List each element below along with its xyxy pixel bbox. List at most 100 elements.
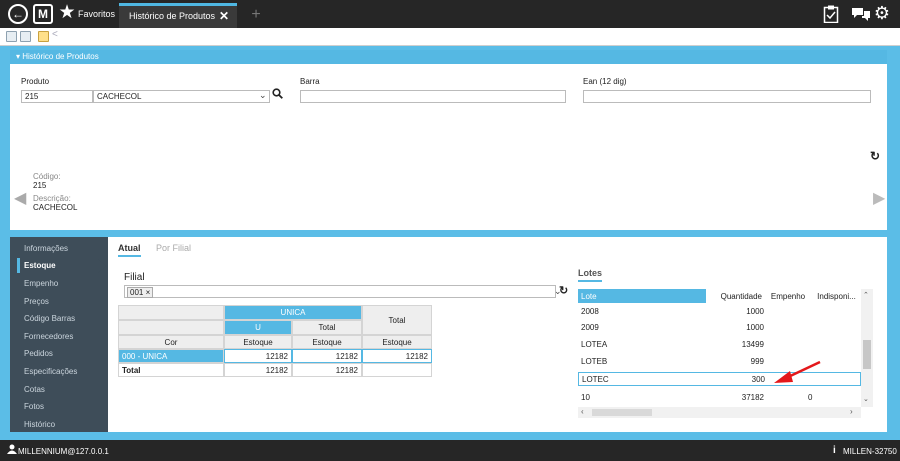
scroll-thumb[interactable] [863, 340, 871, 369]
sidebar-item-fotos[interactable]: Fotos [24, 402, 44, 411]
table-row-label[interactable]: 000 - UNICA [118, 349, 224, 363]
table-cell[interactable]: 12182 [224, 349, 292, 363]
lote-qtd: 300 [751, 375, 765, 384]
sidebar-item-estoque[interactable]: Estoque [24, 261, 56, 270]
sidebar-pointer [98, 259, 106, 273]
table-cell: 12182 [292, 363, 362, 377]
horizontal-scrollbar[interactable]: ‹ › [578, 407, 861, 418]
sidebar-item-fornecedores[interactable]: Fornecedores [24, 332, 73, 341]
table-row[interactable]: 2009 1000 [578, 321, 861, 335]
back-arrow-icon[interactable]: ← [8, 4, 28, 24]
lote-name: 2009 [581, 323, 599, 332]
lote-name: LOTEC [582, 375, 609, 384]
scroll-thumb[interactable] [592, 409, 652, 416]
status-server: MILLEN-32750 [843, 447, 897, 456]
add-tab-icon[interactable]: + [246, 5, 266, 25]
info-icon[interactable]: i [833, 445, 836, 456]
tab-lotes[interactable]: Lotes [578, 268, 603, 282]
filial-field[interactable]: 001 × [124, 285, 556, 298]
sidebar-item-pedidos[interactable]: Pedidos [24, 349, 53, 358]
refresh-icon[interactable]: ↻ [559, 284, 568, 297]
save-as-icon[interactable] [20, 31, 31, 42]
grid-corner [118, 320, 224, 335]
barra-field[interactable] [300, 90, 566, 103]
lote-name: LOTEB [581, 357, 608, 366]
grid-corner [118, 305, 224, 320]
gear-icon[interactable]: ⚙ [872, 3, 892, 23]
panel-header[interactable]: ▾ Histórico de Produtos [10, 50, 887, 64]
lote-name: 2008 [581, 307, 599, 316]
col-estoque[interactable]: Estoque [292, 335, 362, 349]
sidebar-item-precos[interactable]: Preços [24, 297, 49, 306]
clipboard-icon[interactable] [822, 4, 840, 24]
status-user: MILLENNIUM@127.0.0.1 [18, 447, 109, 456]
refresh-icon[interactable]: ↻ [870, 149, 880, 163]
sidebar-item-informacoes[interactable]: Informações [24, 244, 68, 253]
millennium-logo-icon[interactable]: M [33, 4, 53, 24]
group-total: Total [362, 305, 432, 335]
lote-total-qtd: 37182 [741, 393, 764, 402]
lote-total-empenho: 0 [808, 393, 813, 402]
col-quantidade[interactable]: Quantidade [706, 289, 764, 303]
product-panel: Produto 215 CACHECOL ⌄ Barra Ean (12 dig… [10, 64, 887, 230]
scroll-right-icon[interactable]: › [850, 407, 853, 416]
previous-icon[interactable]: ◀ [14, 188, 26, 208]
vertical-scrollbar[interactable]: ⌃ ⌄ [861, 289, 873, 407]
collapse-icon[interactable]: ▾ [16, 52, 20, 61]
lote-count: 10 [581, 393, 590, 402]
tab-label: Histórico de Produtos [129, 11, 216, 21]
table-row-label: Total [118, 363, 224, 377]
sub-u: U [224, 320, 292, 335]
table-cell[interactable]: 12182 [292, 349, 362, 363]
table-row[interactable]: 2008 1000 [578, 305, 861, 319]
scroll-left-icon[interactable]: ‹ [581, 407, 584, 416]
scroll-down-icon[interactable]: ⌄ [863, 395, 869, 403]
search-icon[interactable] [272, 88, 283, 102]
next-icon[interactable]: ▶ [873, 188, 885, 208]
col-estoque[interactable]: Estoque [362, 335, 432, 349]
tab-historico-produtos[interactable]: Histórico de Produtos ✕ [119, 3, 237, 28]
lote-qtd: 999 [750, 357, 764, 366]
sidebar-item-historico[interactable]: Histórico [24, 420, 55, 429]
sub-total: Total [292, 320, 362, 335]
star-icon[interactable]: ★ [57, 2, 77, 23]
sidebar: Informações Estoque Empenho Preços Códig… [10, 237, 108, 432]
open-folder-icon[interactable] [38, 31, 49, 42]
chat-icon[interactable] [850, 4, 872, 24]
sidebar-item-empenho[interactable]: Empenho [24, 279, 58, 288]
annotation-arrow-icon [772, 360, 822, 388]
table-row[interactable]: LOTEA 13499 [578, 338, 861, 352]
status-bar: MILLENNIUM@127.0.0.1 i MILLEN-32750 [0, 440, 900, 461]
sidebar-item-codigo-barras[interactable]: Código Barras [24, 314, 75, 323]
produto-code-field[interactable]: 215 [21, 90, 93, 103]
col-lote[interactable]: Lote [578, 289, 706, 303]
produto-name-field[interactable]: CACHECOL [93, 90, 270, 103]
chevron-down-icon[interactable]: ⌄ [259, 90, 267, 101]
save-icon[interactable] [6, 31, 17, 42]
col-indisponivel[interactable]: Indisponi... [812, 289, 861, 303]
barra-label: Barra [300, 77, 320, 86]
close-icon[interactable]: ✕ [219, 9, 229, 23]
descricao-label: Descrição: [33, 194, 71, 203]
col-cor[interactable]: Cor [118, 335, 224, 349]
group-unica: UNICA [224, 305, 362, 320]
tab-por-filial[interactable]: Por Filial [156, 243, 191, 253]
sidebar-item-especificacoes[interactable]: Especificações [24, 367, 77, 376]
scroll-up-icon[interactable]: ⌃ [863, 291, 869, 299]
lote-qtd: 1000 [746, 323, 764, 332]
sidebar-item-cotas[interactable]: Cotas [24, 385, 45, 394]
lote-qtd: 13499 [741, 340, 764, 349]
codigo-value: 215 [33, 181, 47, 190]
lote-qtd: 1000 [746, 307, 764, 316]
filial-tag[interactable]: 001 × [127, 287, 154, 298]
content-area: Atual Por Filial Filial 001 × ⌄ ↻ UNICA … [98, 237, 887, 432]
descricao-value: CACHECOL [33, 203, 78, 212]
table-cell[interactable]: 12182 [362, 349, 432, 363]
share-icon[interactable]: < [52, 29, 63, 40]
tab-atual[interactable]: Atual [118, 243, 141, 257]
col-empenho[interactable]: Empenho [764, 289, 812, 303]
col-estoque[interactable]: Estoque [224, 335, 292, 349]
ean-field[interactable] [583, 90, 871, 103]
title-bar: ← M ★ Favoritos Histórico de Produtos ✕ … [0, 0, 900, 28]
favorites-menu[interactable]: Favoritos [78, 9, 115, 19]
